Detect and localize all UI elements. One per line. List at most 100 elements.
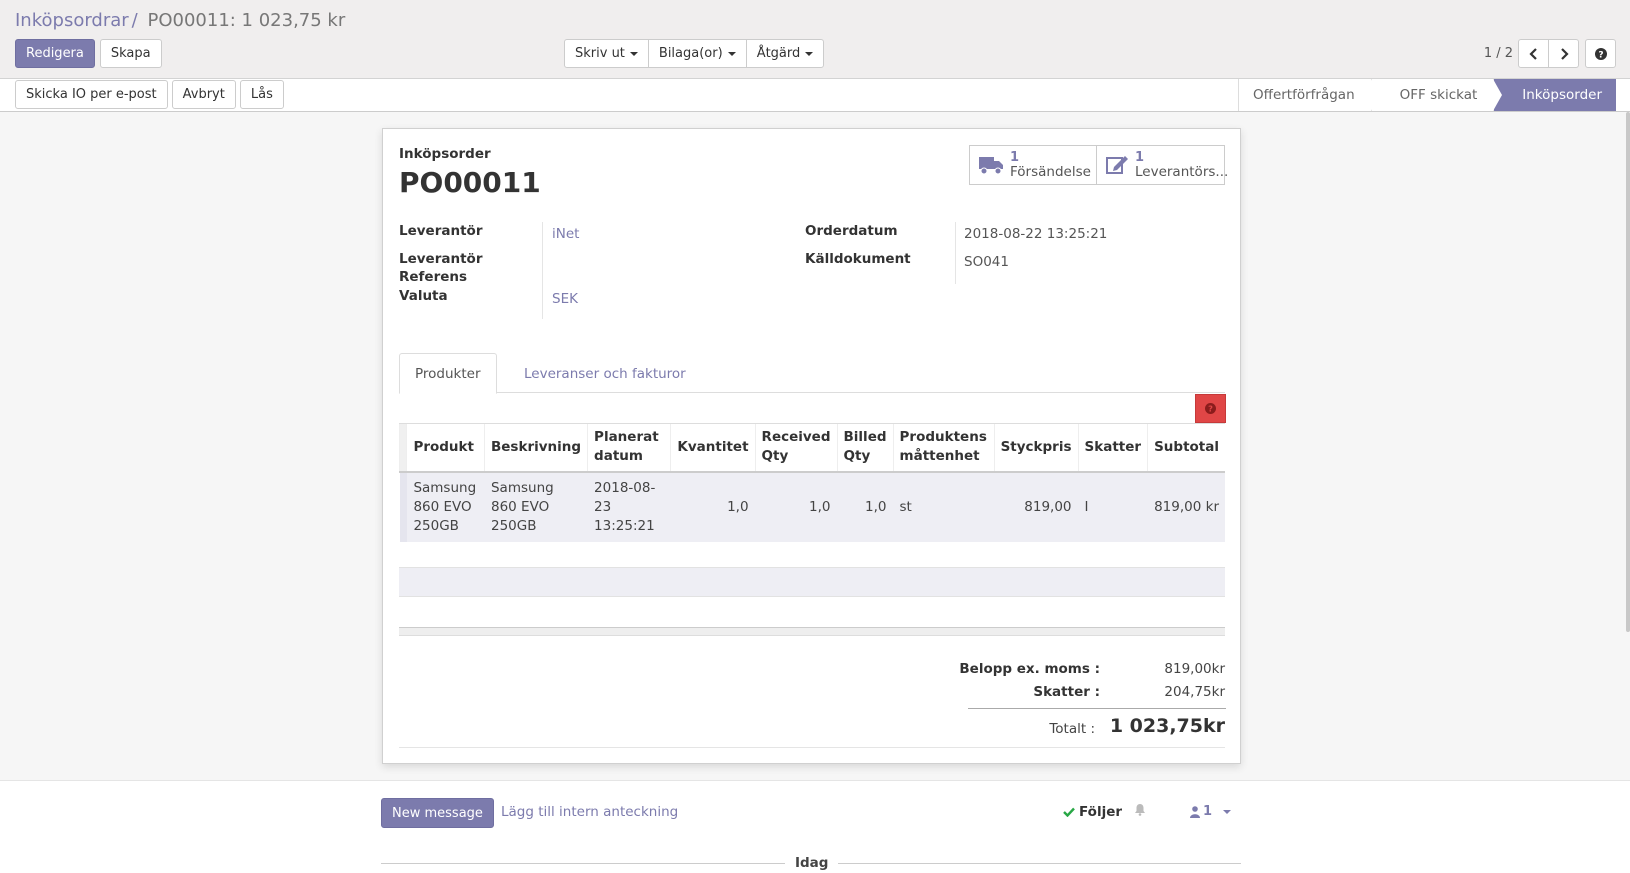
following-button[interactable]: Följer [1063,804,1122,820]
scrollbar[interactable] [1626,112,1630,632]
caret-down-icon [1223,809,1232,814]
pager: 1 / 2 ? [1484,39,1616,68]
taxes-label: Skatter : [1033,684,1100,700]
vendor-reference-label-line2: Referens [399,269,468,285]
breadcrumb-separator: / [131,10,138,31]
attachments-dropdown[interactable]: Bilaga(or) [647,39,747,68]
new-message-button[interactable]: New message [381,798,494,828]
tab-deliveries-invoices[interactable]: Leveranser och fakturor [509,353,701,394]
untaxed-amount-label: Belopp ex. moms : [959,661,1100,677]
cell-received-qty: 1,0 [755,471,838,542]
vendor-bills-smart-button[interactable]: 1 Leverantörs... [1097,146,1228,184]
edit-button[interactable]: Redigera [15,39,95,68]
stage-rfq-sent[interactable]: OFF skickat [1370,79,1502,111]
smart-buttons: 1 Försändelse 1 Leverantörs... [969,145,1228,185]
followers-count: 1 [1203,804,1213,819]
check-icon [1063,807,1075,817]
question-circle-icon: ? [1594,47,1607,60]
statusbar-buttons: Skicka IO per e-post Avbryt Lås [15,80,284,109]
stage-purchase-order[interactable]: Inköpsorder [1493,79,1616,111]
print-dropdown[interactable]: Skriv ut [564,39,649,68]
field-help-button[interactable]: ? [1195,394,1226,423]
record-title: PO00011 [399,166,541,199]
help-button[interactable]: ? [1585,39,1616,68]
vendor-reference-label-line1: Leverantör [399,251,483,267]
form-sheet: Inköpsorder PO00011 1 Försändelse 1 Leve… [382,128,1241,764]
attachments-label: Bilaga(or) [658,46,723,61]
bell-icon[interactable] [1134,803,1146,820]
caret-down-icon [629,51,638,56]
caret-down-icon [805,51,814,56]
chevron-right-icon [1560,47,1569,60]
cell-description: Samsung 860 EVO 250GB [484,471,588,542]
tab-products[interactable]: Produkter [399,353,497,394]
print-label: Skriv ut [575,46,625,61]
order-lines-table: Produkt Beskrivning Planerat datum Kvant… [398,423,1225,542]
column-header-description[interactable]: Beskrivning [483,423,588,473]
source-document-field: SO041 [964,254,1009,270]
pager-next-button[interactable] [1548,39,1579,68]
main-buttons: Redigera Skapa [15,39,162,68]
cell-subtotal: 819,00 kr [1147,471,1225,542]
column-header-product[interactable]: Produkt [406,423,485,473]
total-value: 1 023,75kr [1109,715,1225,737]
empty-table-row [399,567,1225,597]
lock-button[interactable]: Lås [239,80,284,109]
breadcrumb-parent-link[interactable]: Inköpsordrar [15,10,129,31]
table-header-row: Produkt Beskrivning Planerat datum Kvant… [398,423,1225,473]
breadcrumb-current: PO00011: 1 023,75 kr [147,10,346,31]
date-separator-label: Idag [785,855,839,871]
truck-icon [978,151,1004,179]
notebook-tabs: Produkter Leveranser och fakturor [399,353,1225,394]
action-dropdown[interactable]: Åtgärd [745,39,825,68]
total-label: Totalt : [1049,721,1095,737]
column-header-received-qty[interactable]: Received Qty [754,423,838,473]
send-po-email-button[interactable]: Skicka IO per e-post [15,80,168,109]
column-header-uom[interactable]: Produktens måttenhet [892,423,995,473]
sidebar-dropdowns: Skriv ut Bilaga(or) Åtgärd [564,39,825,68]
table-row[interactable]: Samsung 860 EVO 250GB Samsung 860 EVO 25… [399,471,1225,542]
order-date-field: 2018-08-22 13:25:21 [964,226,1108,242]
log-note-link[interactable]: Lägg till intern anteckning [501,804,678,820]
stage-rfq[interactable]: Offertförfrågan [1238,79,1380,111]
shipment-smart-button[interactable]: 1 Försändelse [970,146,1097,184]
vendor-label: Leverantör [399,223,483,239]
currency-label: Valuta [399,288,448,304]
column-header-taxes[interactable]: Skatter [1077,423,1148,473]
cancel-button[interactable]: Avbryt [171,80,236,109]
column-header-quantity[interactable]: Kvantitet [670,423,756,473]
vendor-field[interactable]: iNet [552,226,579,242]
row-handle [399,471,407,542]
following-label: Följer [1079,804,1123,820]
chevron-left-icon [1528,47,1537,60]
cell-scheduled-date: 2018-08-23 13:25:21 [587,471,671,542]
control-panel: Inköpsordrar / PO00011: 1 023,75 kr Redig… [0,0,1630,79]
field-separator [955,222,956,284]
column-header-subtotal[interactable]: Subtotal [1147,423,1225,473]
cell-uom: st [893,471,995,542]
vendor-reference-label: Leverantör Referens [399,250,482,286]
untaxed-amount-value: 819,00kr [1164,661,1225,677]
currency-field[interactable]: SEK [552,291,578,307]
source-document-label: Källdokument [805,251,911,267]
cell-taxes: I [1078,471,1148,542]
cell-quantity: 1,0 [670,471,756,542]
create-button[interactable]: Skapa [99,39,162,68]
shipment-label: Försändelse [1010,164,1091,180]
cell-product: Samsung 860 EVO 250GB [406,471,485,542]
pager-previous-button[interactable] [1518,39,1549,68]
row-handle-header [398,423,407,473]
statusbar: Skicka IO per e-post Avbryt Lås Offertfö… [0,79,1630,112]
column-header-unit-price[interactable]: Styckpris [993,423,1079,473]
breadcrumb: Inköpsordrar / PO00011: 1 023,75 kr [15,10,345,31]
question-circle-icon: ? [1205,403,1216,414]
table-footer [399,627,1225,636]
cell-unit-price: 819,00 [994,471,1079,542]
sheet-bottom-divider [399,747,1225,748]
column-header-scheduled-date[interactable]: Planerat datum [587,423,671,473]
cell-billed-qty: 1,0 [837,471,894,542]
chatter: New message Lägg till intern anteckning … [0,780,1630,873]
followers-dropdown[interactable]: 1 [1190,804,1232,819]
column-header-billed-qty[interactable]: Billed Qty [836,423,894,473]
pager-value[interactable]: 1 / 2 [1484,46,1513,61]
